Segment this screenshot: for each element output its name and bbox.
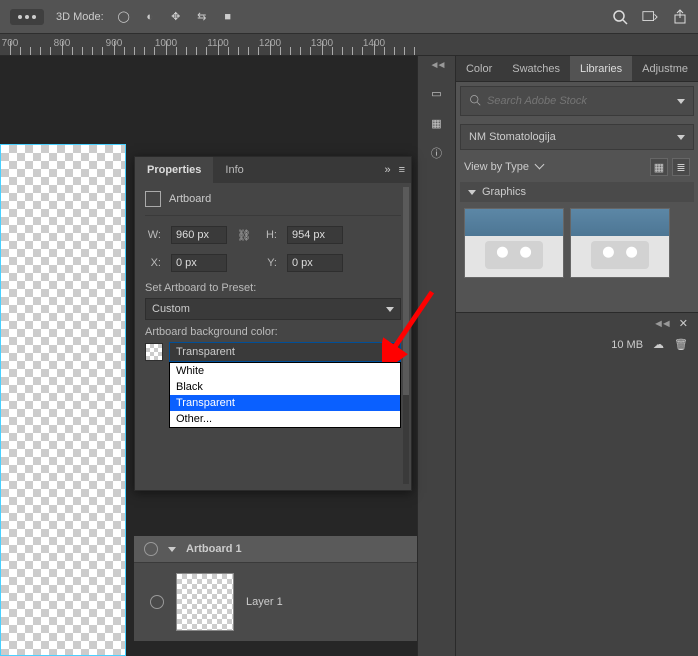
app-topbar: 3D Mode: ◯ ◐ ✥ ⇆ ■ [0, 0, 698, 34]
dock-collapse-icon[interactable]: ◄◄ [653, 318, 669, 330]
cloud-icon[interactable]: ☁ [653, 338, 664, 351]
panel-menu-icon[interactable]: ≡ [399, 164, 405, 176]
x-input[interactable] [171, 254, 227, 272]
grid-view-icon[interactable]: ▦ [650, 158, 668, 176]
camera-icon[interactable]: ■ [220, 9, 236, 25]
tab-swatches[interactable]: Swatches [502, 56, 570, 81]
y-label: Y: [261, 257, 277, 269]
artboard-name: Artboard 1 [186, 543, 242, 555]
collapsed-dock: ◄◄ ▭ ▦ ⓘ [418, 56, 456, 656]
panel-scrollbar[interactable] [403, 187, 409, 484]
height-input[interactable] [287, 226, 343, 244]
layer-name: Layer 1 [246, 596, 283, 608]
bg-option[interactable]: Black [170, 379, 400, 395]
link-dimensions-icon[interactable]: ⛓ [237, 229, 251, 242]
history-icon[interactable]: ▭ [428, 85, 444, 101]
info-icon[interactable]: ⓘ [428, 145, 444, 161]
properties-panel: Properties Info » ≡ Artboard W: ⛓ H: [134, 156, 412, 491]
chevron-down-icon [386, 350, 394, 355]
bg-color-dropdown[interactable]: WhiteBlackTransparentOther... [169, 362, 401, 428]
chevron-down-icon[interactable] [677, 99, 685, 104]
layer-thumbnail [176, 573, 234, 631]
tab-properties[interactable]: Properties [135, 157, 213, 183]
visibility-icon[interactable] [144, 542, 158, 556]
layer-row[interactable]: Layer 1 [134, 563, 417, 641]
width-input[interactable] [171, 226, 227, 244]
artboard-type-label: Artboard [169, 193, 211, 205]
bg-color-label: Artboard background color: [145, 326, 401, 338]
y-input[interactable] [287, 254, 343, 272]
tab-info[interactable]: Info [213, 157, 255, 183]
chevron-down-icon [468, 190, 476, 195]
library-asset-thumbnail[interactable] [464, 208, 564, 278]
stock-search-input[interactable] [487, 95, 671, 107]
slide-icon[interactable]: ⇆ [194, 9, 210, 25]
search-icon[interactable] [612, 9, 628, 25]
share-icon[interactable] [672, 9, 688, 25]
paragraph-icon[interactable]: ▦ [428, 115, 444, 131]
library-size: 10 MB [611, 339, 643, 351]
mode-label: 3D Mode: [56, 11, 104, 23]
library-asset-thumbnail[interactable] [570, 208, 670, 278]
bg-option[interactable]: White [170, 363, 400, 379]
dock-collapse-icon[interactable]: ◄◄ [430, 60, 444, 71]
list-view-icon[interactable]: ≣ [672, 158, 690, 176]
panel-close-icon[interactable]: ✕ [679, 317, 688, 330]
artboard-row[interactable]: Artboard 1 [134, 536, 417, 563]
bg-color-select[interactable]: Transparent WhiteBlackTransparentOther..… [169, 342, 401, 362]
graphics-section-header[interactable]: Graphics [460, 182, 694, 202]
stock-search[interactable] [460, 86, 694, 116]
library-select[interactable]: NM Stomatologija [460, 124, 694, 150]
expand-panel-icon[interactable]: » [384, 164, 390, 176]
x-label: X: [145, 257, 161, 269]
chevron-down-icon[interactable] [168, 547, 176, 552]
pan-icon[interactable]: ✥ [168, 9, 184, 25]
orbit-icon[interactable]: ◯ [116, 9, 132, 25]
trash-icon[interactable]: 🗑 [674, 338, 688, 351]
artboard-canvas[interactable] [0, 144, 126, 656]
tab-libraries[interactable]: Libraries [570, 56, 632, 81]
tab-color[interactable]: Color [456, 56, 502, 81]
tab-adjustments[interactable]: Adjustme [632, 56, 698, 81]
screen-mode-icon[interactable] [642, 9, 658, 25]
preset-label: Set Artboard to Preset: [145, 282, 401, 294]
canvas-area: Properties Info » ≡ Artboard W: ⛓ H: [0, 56, 417, 656]
view-by-label[interactable]: View by Type [464, 161, 543, 173]
artboard-icon [145, 191, 161, 207]
preset-select[interactable]: Custom [145, 298, 401, 320]
visibility-icon[interactable] [150, 595, 164, 609]
libraries-panel: Color Swatches Libraries Adjustme NM Sto… [456, 56, 698, 656]
search-icon [469, 94, 481, 109]
bg-option[interactable]: Transparent [170, 395, 400, 411]
layers-section: Artboard 1 Layer 1 [134, 536, 417, 641]
rotate-icon[interactable]: ◐ [142, 9, 158, 25]
chevron-down-icon [677, 135, 685, 140]
horizontal-ruler: 70080090010001100120013001400 [0, 34, 698, 56]
h-label: H: [261, 229, 277, 241]
w-label: W: [145, 229, 161, 241]
chevron-down-icon [386, 307, 394, 312]
bg-color-swatch[interactable] [145, 343, 163, 361]
more-options-button[interactable] [10, 9, 44, 25]
bg-option[interactable]: Other... [170, 411, 400, 427]
mode-icons: ◯ ◐ ✥ ⇆ ■ [116, 9, 236, 25]
